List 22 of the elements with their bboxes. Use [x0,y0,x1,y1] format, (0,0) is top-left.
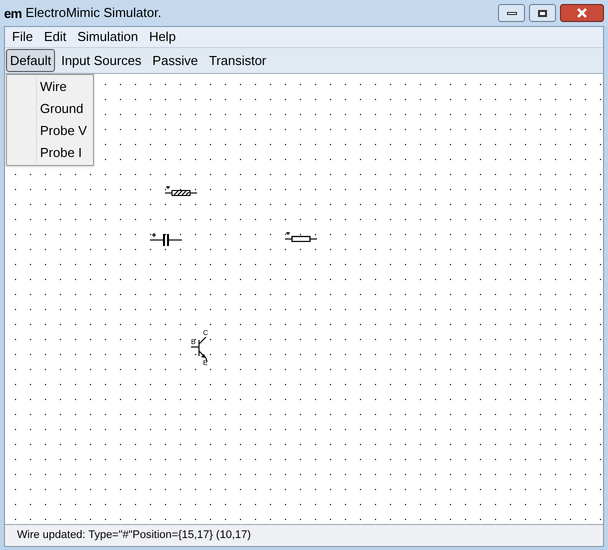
close-icon [576,8,588,18]
dropdown-item[interactable]: Probe I [7,142,93,164]
minimize-button[interactable] [498,4,525,22]
menu-item[interactable]: Edit [38,27,72,47]
app-logo: em [4,6,22,20]
maximize-button[interactable] [529,4,556,22]
menu-item[interactable]: Help [144,27,181,47]
status-text: Wire updated: Type="#"Position={15,17} (10,17) [17,528,251,544]
close-button[interactable] [560,4,604,22]
dropdown-item[interactable]: Probe V [7,120,93,142]
toolbar-tab[interactable]: Default [6,48,56,72]
menu-item[interactable]: File [7,27,38,47]
toolbar-tab[interactable]: Passive [147,48,203,72]
window-title: ElectroMimic Simulator. [26,4,162,22]
menu-item[interactable]: Simulation [72,27,144,47]
dropdown-item[interactable]: Ground [7,98,93,120]
capacitor-symbol[interactable] [150,232,182,246]
resistor-symbol[interactable] [285,232,317,242]
dropdown-item[interactable]: Wire [7,76,93,98]
resistor-symbol[interactable] [165,186,197,196]
toolbar-tab[interactable]: Transistor [204,48,272,72]
toolbar-tab[interactable]: Input Sources [56,48,146,72]
